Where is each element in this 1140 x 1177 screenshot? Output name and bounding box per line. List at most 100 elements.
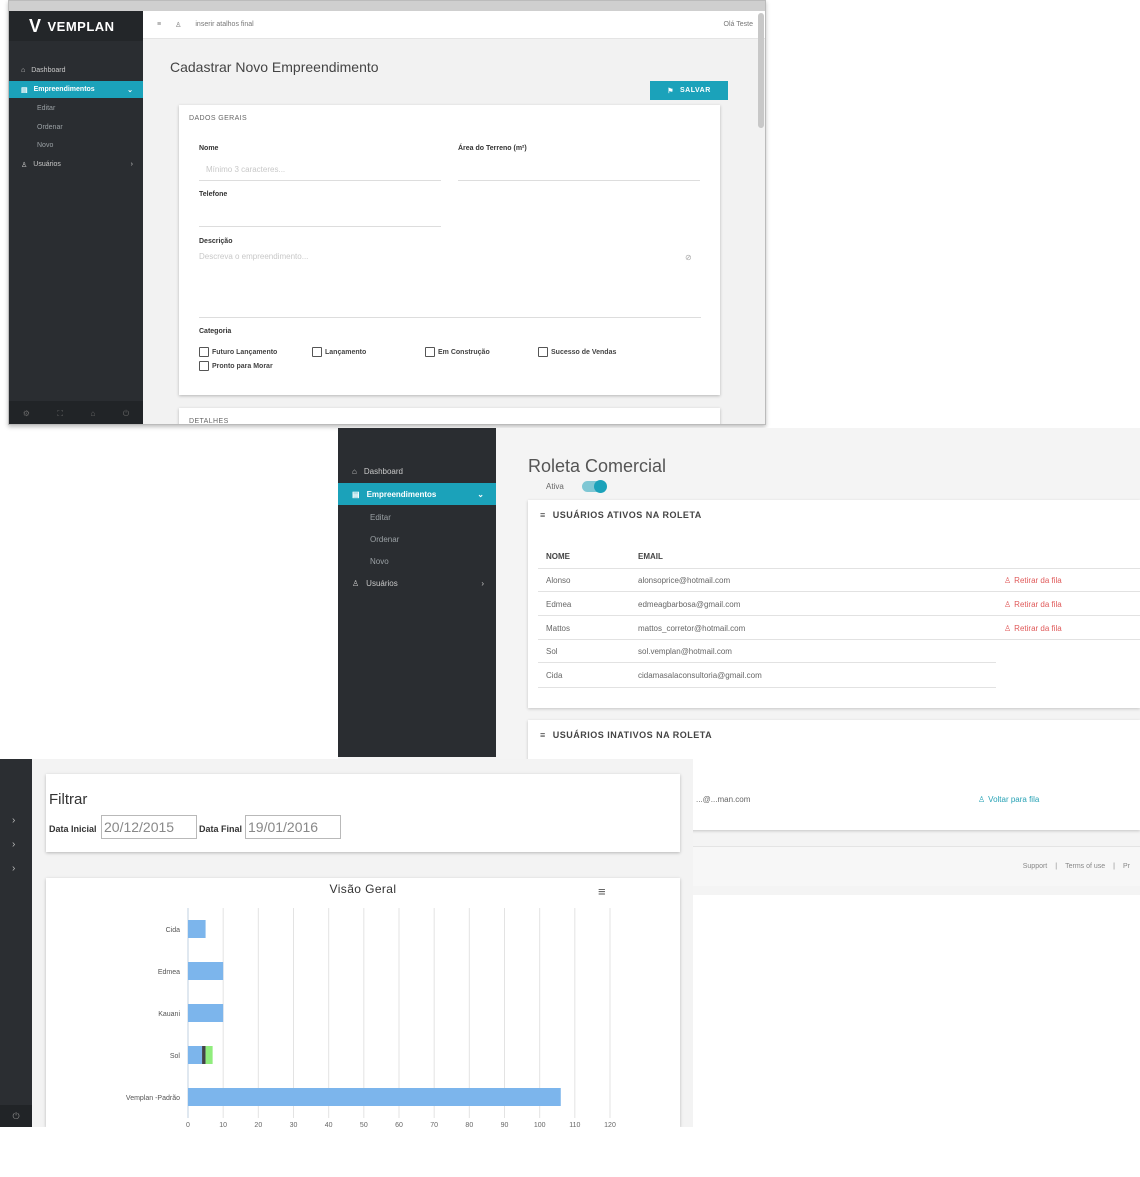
x-tick-label: 100 bbox=[534, 1122, 546, 1127]
row-divider bbox=[538, 639, 1140, 640]
sidebar-subitem-novo[interactable]: Novo bbox=[9, 136, 143, 154]
sidebar-item-dashboard[interactable]: ⌂ Dashboard bbox=[338, 460, 496, 482]
chevron-down-icon: ⌄ bbox=[477, 489, 484, 499]
checkbox-icon bbox=[538, 347, 548, 357]
home-icon: ⌂ bbox=[352, 466, 357, 476]
terms-link[interactable]: Terms of use bbox=[1065, 863, 1105, 870]
top-header: ≡ ♙ inserir atalhos final Olá Teste bbox=[143, 11, 765, 39]
x-tick-label: 60 bbox=[395, 1122, 403, 1127]
sidebar-subitem-novo[interactable]: Novo bbox=[338, 550, 496, 572]
menu-icon[interactable]: ≡ bbox=[157, 21, 161, 28]
scrollbar[interactable] bbox=[758, 13, 764, 128]
chevron-right-icon[interactable]: › bbox=[12, 839, 15, 850]
power-icon[interactable]: ⏻ bbox=[123, 409, 129, 419]
user-icon: ♙ bbox=[21, 161, 28, 169]
checkbox-lancamento[interactable]: Lançamento bbox=[312, 347, 366, 357]
sidebar-footer: ⚙ ⛶ ⌂ ⏻ bbox=[9, 401, 143, 424]
sidebar-subitem-ordenar[interactable]: Ordenar bbox=[9, 118, 143, 136]
chevron-down-icon: ⌄ bbox=[127, 86, 133, 94]
brand-logo[interactable]: V VEMPLAN bbox=[9, 11, 143, 41]
bar bbox=[188, 962, 224, 980]
chevron-right-icon[interactable]: › bbox=[12, 815, 15, 826]
x-tick-label: 0 bbox=[186, 1122, 190, 1127]
nome-input[interactable]: Mínimo 3 caracteres... bbox=[206, 165, 285, 174]
privacy-link[interactable]: Pr bbox=[1123, 863, 1130, 870]
header-divider bbox=[538, 568, 1140, 569]
remove-from-queue-button[interactable]: ♙ Retirar da fila bbox=[1004, 576, 1062, 585]
start-date-input[interactable]: 20/12/2015 bbox=[101, 815, 197, 839]
y-category-label: Vemplan -Padrão bbox=[126, 1095, 180, 1102]
building-icon: ▤ bbox=[21, 86, 28, 94]
user-greeting[interactable]: Olá Teste bbox=[724, 21, 753, 28]
row-divider bbox=[538, 687, 996, 688]
screen-cadastrar-empreendimento: V VEMPLAN ⌂ Dashboard ▤ Empreendimentos ⌄ … bbox=[8, 0, 766, 425]
lock-icon[interactable]: ⌂ bbox=[91, 409, 96, 418]
sidebar-item-usuarios[interactable]: ♙ Usuários › bbox=[338, 572, 496, 594]
sidebar-subitem-ordenar[interactable]: Ordenar bbox=[338, 528, 496, 550]
sidebar-item-empreendimentos[interactable]: ▤ Empreendimentos ⌄ bbox=[9, 81, 143, 98]
sidebar-subitem-editar[interactable]: Editar bbox=[9, 99, 143, 117]
clear-icon[interactable]: ⊘ bbox=[685, 253, 692, 262]
user-name: Mattos bbox=[546, 624, 571, 633]
y-category-label: Kauani bbox=[158, 1011, 180, 1018]
fullscreen-icon[interactable]: ⛶ bbox=[57, 409, 63, 419]
bar bbox=[188, 1046, 203, 1064]
checkbox-icon bbox=[199, 361, 209, 371]
column-header-email[interactable]: EMAIL bbox=[638, 552, 663, 561]
list-icon: ≡ bbox=[540, 510, 546, 520]
user-remove-icon: ♙ bbox=[1004, 600, 1012, 609]
home-icon: ⌂ bbox=[21, 67, 26, 74]
sidebar-item-dashboard[interactable]: ⌂ Dashboard bbox=[9, 62, 143, 79]
ativa-toggle[interactable] bbox=[582, 480, 607, 493]
footer-separator: | bbox=[1113, 863, 1115, 870]
sidebar-item-empreendimentos[interactable]: ▤ Empreendimentos ⌄ bbox=[338, 483, 496, 505]
screen-filtro-grafico: › › › ⏻ Filtrar Data Inicial 20/12/2015 … bbox=[0, 759, 693, 1127]
logo-icon: V bbox=[29, 15, 42, 36]
telefone-label: Telefone bbox=[199, 191, 228, 198]
x-tick-label: 10 bbox=[219, 1122, 227, 1127]
end-date-input[interactable]: 19/01/2016 bbox=[245, 815, 341, 839]
support-link[interactable]: Support bbox=[1023, 863, 1048, 870]
area-input[interactable] bbox=[458, 180, 700, 181]
settings-icon[interactable]: ⚙ bbox=[23, 409, 30, 418]
x-tick-label: 20 bbox=[254, 1122, 262, 1127]
shortcut-text[interactable]: inserir atalhos final bbox=[195, 21, 253, 28]
user-email: mattos_corretor@hotmail.com bbox=[638, 624, 746, 633]
x-tick-label: 50 bbox=[360, 1122, 368, 1127]
area-label: Área do Terreno (m²) bbox=[458, 145, 527, 152]
chevron-right-icon: › bbox=[130, 161, 133, 168]
checkbox-pronto-para-morar[interactable]: Pronto para Morar bbox=[199, 361, 273, 371]
checkbox-icon bbox=[425, 347, 435, 357]
descricao-input[interactable]: Descreva o empreendimento... bbox=[199, 252, 308, 261]
checkbox-futuro-lancamento[interactable]: Futuro Lançamento bbox=[199, 347, 277, 357]
telefone-input[interactable] bbox=[199, 226, 441, 227]
sidebar-subitem-editar[interactable]: Editar bbox=[338, 506, 496, 528]
toggle-label: Ativa bbox=[546, 482, 564, 491]
x-tick-label: 110 bbox=[569, 1122, 580, 1127]
categoria-label: Categoria bbox=[199, 328, 232, 335]
chevron-right-icon: › bbox=[481, 578, 484, 588]
remove-from-queue-button[interactable]: ♙ Retirar da fila bbox=[1004, 600, 1062, 609]
bar bbox=[205, 1046, 213, 1064]
filter-title: Filtrar bbox=[49, 791, 88, 808]
power-icon[interactable]: ⏻ bbox=[0, 1105, 32, 1127]
user-icon[interactable]: ♙ bbox=[175, 21, 181, 29]
page-title: Cadastrar Novo Empreendimento bbox=[170, 59, 379, 75]
list-icon: ≡ bbox=[540, 730, 546, 740]
flag-icon: ⚑ bbox=[667, 87, 675, 95]
sidebar-item-usuarios[interactable]: ♙ Usuários › bbox=[9, 156, 143, 173]
return-to-queue-button[interactable]: ♙ Voltar para fila bbox=[978, 795, 1039, 804]
card-title: ≡ USUÁRIOS ATIVOS NA ROLETA bbox=[540, 510, 702, 520]
building-icon: ▤ bbox=[352, 489, 360, 499]
user-name: Alonso bbox=[546, 576, 571, 585]
checkbox-sucesso-de-vendas[interactable]: Sucesso de Vendas bbox=[538, 347, 616, 357]
checkbox-em-construcao[interactable]: Em Construção bbox=[425, 347, 490, 357]
remove-from-queue-button[interactable]: ♙ Retirar da fila bbox=[1004, 624, 1062, 633]
save-button[interactable]: ⚑ SALVAR bbox=[650, 81, 728, 100]
row-divider bbox=[538, 591, 1140, 592]
bar bbox=[202, 1046, 206, 1064]
user-email: ...@...man.com bbox=[696, 795, 751, 804]
chevron-right-icon[interactable]: › bbox=[12, 863, 15, 874]
column-header-nome[interactable]: NOME bbox=[546, 552, 570, 561]
user-add-icon: ♙ bbox=[978, 795, 986, 804]
